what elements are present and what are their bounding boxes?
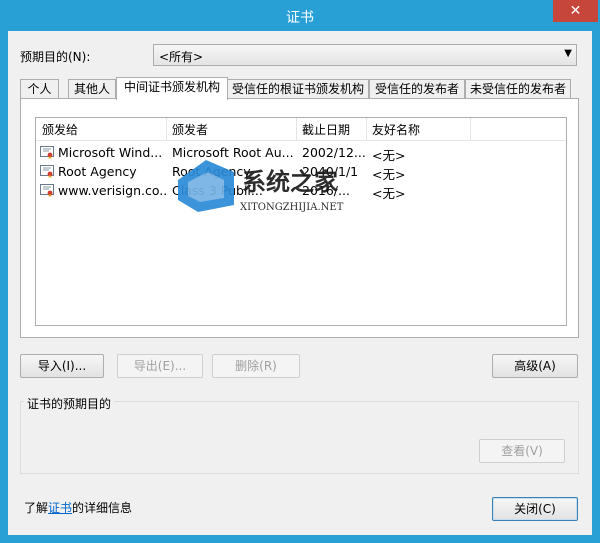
tab-trusted-publishers[interactable]: 受信任的发布者 xyxy=(369,79,465,99)
purpose-selected-value: <所有> xyxy=(159,50,204,64)
certificate-link[interactable]: 证书 xyxy=(48,501,72,515)
view-button[interactable]: 查看(V) xyxy=(479,439,565,463)
advanced-button[interactable]: 高级(A) xyxy=(492,354,578,378)
close-button[interactable]: 关闭(C) xyxy=(492,497,578,521)
window-frame-bottom xyxy=(0,535,600,543)
cell-friendly-name: <无> xyxy=(372,167,406,182)
watermark-text: 系统之家 xyxy=(242,168,338,196)
tab-untrusted-publishers[interactable]: 未受信任的发布者 xyxy=(465,79,571,99)
cell-issued-to: Root Agency xyxy=(58,164,137,179)
purposes-group-label: 证书的预期目的 xyxy=(24,395,115,412)
window-frame-left xyxy=(0,31,8,543)
window-frame-right xyxy=(592,31,600,543)
certificate-icon xyxy=(40,165,54,178)
title-bar: 证书 ✕ xyxy=(0,0,600,31)
column-issuer[interactable]: 颁发者 xyxy=(172,121,208,138)
column-friendly-name[interactable]: 友好名称 xyxy=(372,121,420,138)
watermark-logo: 系统之家 XITONGZHIJIA.NET xyxy=(178,160,344,213)
certificate-icon xyxy=(40,146,54,159)
cell-friendly-name: <无> xyxy=(372,186,406,201)
cell-issued-to: www.verisign.co... xyxy=(58,183,166,198)
window-title: 证书 xyxy=(286,10,314,26)
close-icon[interactable]: ✕ xyxy=(553,0,598,22)
chevron-down-icon: ▼ xyxy=(564,48,572,59)
purpose-label: 预期目的(N): xyxy=(20,50,91,64)
cell-friendly-name: <无> xyxy=(372,148,406,163)
column-issued-to[interactable]: 颁发给 xyxy=(42,121,78,138)
learn-prefix: 了解 xyxy=(24,501,49,515)
certificate-list[interactable]: 颁发给 颁发者 截止日期 友好名称 Microsoft Wind... Micr… xyxy=(35,117,567,326)
remove-button[interactable]: 删除(R) xyxy=(212,354,300,378)
column-expiration[interactable]: 截止日期 xyxy=(302,121,350,138)
watermark-subtext: XITONGZHIJIA.NET xyxy=(240,202,344,213)
tab-personal[interactable]: 个人 xyxy=(20,79,59,99)
import-button[interactable]: 导入(I)... xyxy=(20,354,104,378)
tab-trusted-root-ca[interactable]: 受信任的根证书颁发机构 xyxy=(227,79,369,99)
list-header: 颁发给 颁发者 截止日期 友好名称 xyxy=(36,118,566,141)
certificate-icon xyxy=(40,184,54,197)
tab-others[interactable]: 其他人 xyxy=(68,79,116,99)
tab-intermediate-ca[interactable]: 中间证书颁发机构 xyxy=(116,77,228,100)
cell-issued-to: Microsoft Wind... xyxy=(58,145,163,160)
export-button[interactable]: 导出(E)... xyxy=(117,354,203,378)
learn-more-text: 了解证书的详细信息 xyxy=(24,499,132,516)
learn-suffix: 的详细信息 xyxy=(72,501,133,515)
purpose-dropdown[interactable]: <所有> ▼ xyxy=(153,44,577,66)
